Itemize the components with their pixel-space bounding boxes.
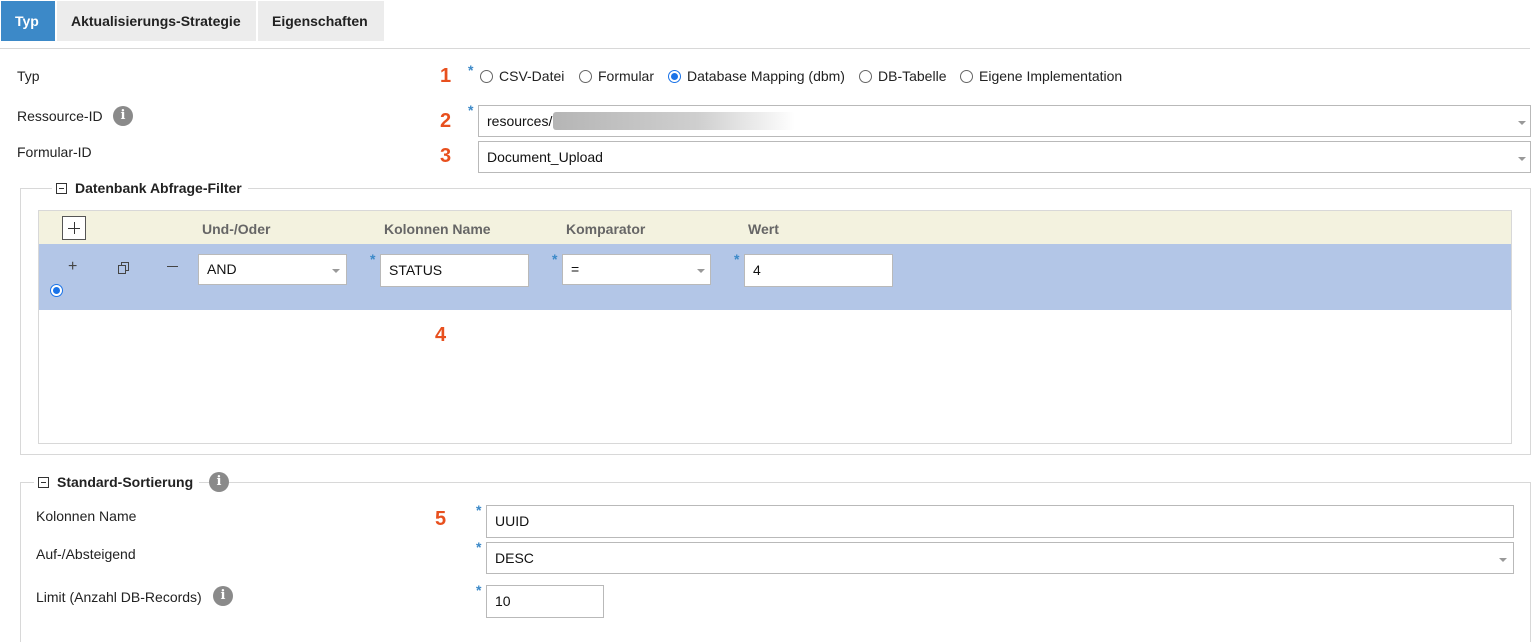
column-header-wert: Wert xyxy=(748,221,779,237)
radio-label-eigene-implementation: Eigene Implementation xyxy=(979,68,1123,84)
required-mark: * xyxy=(734,251,740,267)
chevron-down-icon xyxy=(1518,121,1526,125)
radio-db-tabelle[interactable] xyxy=(859,70,872,83)
kolonnen-name-input[interactable]: STATUS xyxy=(380,254,529,287)
limit-label: Limit (Anzahl DB-Records) xyxy=(36,589,202,605)
radio-label-csv-datei: CSV-Datei xyxy=(499,68,565,84)
auf-absteigend-label: Auf-/Absteigend xyxy=(36,546,136,562)
radio-formular[interactable] xyxy=(579,70,592,83)
required-mark: * xyxy=(476,502,482,518)
filter-legend[interactable]: Datenbank Abfrage-Filter xyxy=(52,180,248,196)
radio-eigene-implementation[interactable] xyxy=(960,70,973,83)
marker-4: 4 xyxy=(435,324,447,346)
marker-1: 1 xyxy=(440,65,452,87)
sortierung-title: Standard-Sortierung xyxy=(57,474,194,490)
radio-label-database-mapping: Database Mapping (dbm) xyxy=(687,68,845,84)
sort-kolonnen-name-value: UUID xyxy=(495,513,530,529)
formular-id-select[interactable]: Document_Upload xyxy=(478,141,1531,173)
required-mark: * xyxy=(370,251,376,267)
ressource-id-label: Ressource-ID xyxy=(17,108,103,124)
radio-label-formular: Formular xyxy=(598,68,655,84)
info-icon[interactable]: i xyxy=(209,472,229,492)
limit-input[interactable]: 10 xyxy=(486,585,604,618)
filter-title: Datenbank Abfrage-Filter xyxy=(75,180,242,196)
required-mark: * xyxy=(476,539,482,555)
auf-absteigend-select[interactable]: DESC xyxy=(486,542,1514,574)
typ-label: Typ xyxy=(17,68,40,84)
info-icon[interactable]: i xyxy=(113,106,133,126)
und-oder-select[interactable]: AND xyxy=(198,254,347,285)
column-header-komparator: Komparator xyxy=(566,221,646,237)
minus-icon[interactable] xyxy=(167,266,178,267)
radio-label-db-tabelle: DB-Tabelle xyxy=(878,68,947,84)
formular-id-label: Formular-ID xyxy=(17,144,92,160)
column-header-kolonnen-name: Kolonnen Name xyxy=(384,221,491,237)
required-mark: * xyxy=(552,251,558,267)
required-mark: * xyxy=(468,102,474,118)
tab-typ[interactable]: Typ xyxy=(1,1,55,41)
collapse-icon[interactable] xyxy=(38,477,49,488)
marker-5: 5 xyxy=(435,508,447,530)
radio-csv-datei[interactable] xyxy=(480,70,493,83)
copy-icon[interactable] xyxy=(118,261,130,274)
und-oder-value: AND xyxy=(207,261,237,277)
sort-kolonnen-name-label: Kolonnen Name xyxy=(36,508,137,524)
wert-input[interactable]: 4 xyxy=(744,254,893,287)
chevron-down-icon xyxy=(697,269,705,273)
auf-absteigend-value: DESC xyxy=(495,550,534,566)
tab-eigenschaften[interactable]: Eigenschaften xyxy=(258,1,384,41)
wert-value: 4 xyxy=(753,262,761,278)
chevron-down-icon xyxy=(1499,558,1507,562)
marker-3: 3 xyxy=(440,145,452,167)
sort-kolonnen-name-input[interactable]: UUID xyxy=(486,505,1514,538)
limit-value: 10 xyxy=(495,593,511,609)
kolonnen-name-value: STATUS xyxy=(389,262,443,278)
info-icon[interactable]: i xyxy=(213,586,233,606)
marker-2: 2 xyxy=(440,110,452,132)
komparator-select[interactable]: = xyxy=(562,254,711,285)
radio-database-mapping[interactable] xyxy=(668,70,681,83)
ressource-id-value: resources/ xyxy=(487,113,553,129)
tab-divider xyxy=(0,48,1530,49)
chevron-down-icon xyxy=(332,269,340,273)
redacted-blur xyxy=(553,112,795,130)
plus-icon[interactable]: + xyxy=(68,258,77,276)
column-header-und-oder: Und-/Oder xyxy=(202,221,271,237)
formular-id-value: Document_Upload xyxy=(487,149,603,165)
chevron-down-icon xyxy=(1518,157,1526,161)
required-mark: * xyxy=(468,62,474,78)
add-row-button[interactable] xyxy=(62,216,86,240)
sortierung-legend[interactable]: Standard-Sortierung xyxy=(34,474,200,490)
tab-aktualisierungs-strategie[interactable]: Aktualisierungs-Strategie xyxy=(57,1,256,41)
collapse-icon[interactable] xyxy=(56,183,67,194)
row-select-radio[interactable] xyxy=(50,284,63,297)
required-mark: * xyxy=(476,582,482,598)
komparator-value: = xyxy=(571,261,580,277)
